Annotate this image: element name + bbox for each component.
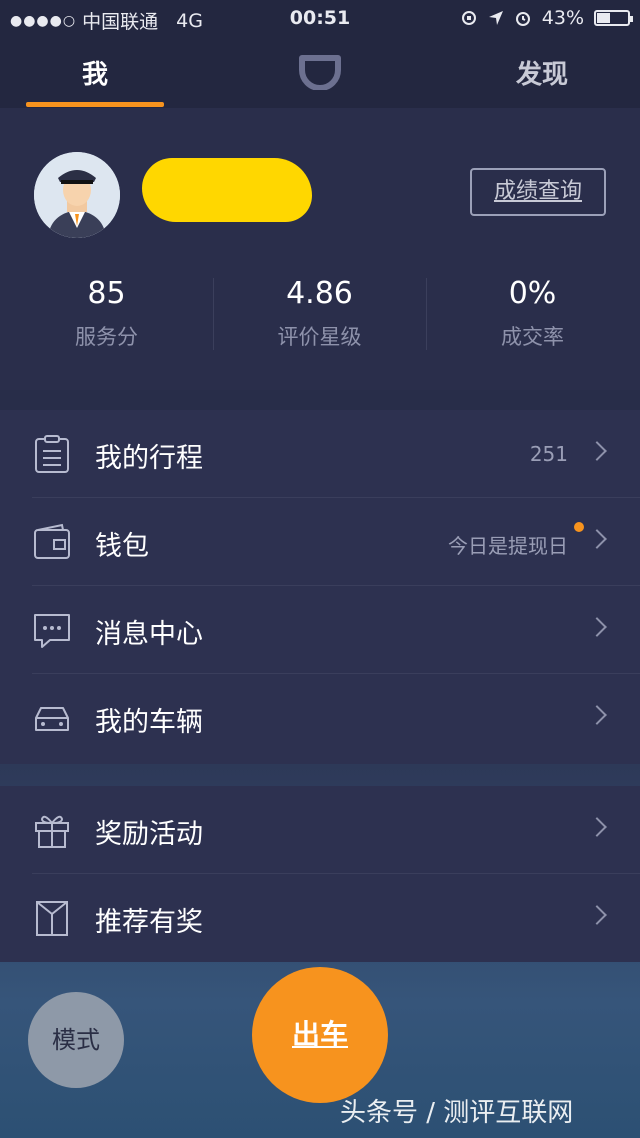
menu-item-my-vehicle[interactable]: 我的车辆 bbox=[0, 674, 640, 762]
menu-item-label: 推荐有奖 bbox=[95, 907, 203, 938]
menu-item-referral[interactable]: 推荐有奖 bbox=[0, 874, 640, 962]
stat-value: 85 bbox=[87, 276, 126, 311]
mode-button[interactable]: 模式 bbox=[28, 992, 124, 1088]
start-driving-button[interactable]: 出车 bbox=[252, 967, 388, 1103]
watermark-text: 头条号 / 测评互联网 bbox=[340, 1098, 574, 1128]
chevron-right-icon bbox=[587, 529, 607, 549]
menu-item-label: 钱包 bbox=[95, 531, 149, 562]
stat-deal-rate: 0% 成交率 bbox=[426, 276, 639, 351]
tab-me[interactable]: 我 bbox=[82, 54, 108, 91]
menu-item-label: 我的行程 bbox=[95, 443, 203, 474]
gift-icon bbox=[35, 815, 69, 848]
stat-label: 服务分 bbox=[75, 325, 138, 349]
clipboard-icon bbox=[35, 435, 69, 473]
menu-item-label: 消息中心 bbox=[95, 619, 203, 650]
orientation-lock-icon bbox=[461, 11, 476, 25]
stat-rating: 4.86 评价星级 bbox=[213, 276, 426, 351]
stat-value: 0% bbox=[508, 276, 557, 311]
menu-item-my-trips[interactable]: 我的行程 251 bbox=[0, 410, 640, 498]
message-icon bbox=[34, 614, 70, 648]
stat-label: 评价星级 bbox=[277, 325, 362, 349]
chevron-right-icon bbox=[587, 817, 607, 837]
chevron-right-icon bbox=[587, 441, 607, 461]
battery-fill bbox=[597, 13, 610, 23]
chevron-right-icon bbox=[587, 617, 607, 637]
status-bar: ●●●●○ 中国联通 4G 00:51 43% bbox=[0, 0, 640, 36]
active-tab-indicator bbox=[26, 102, 164, 107]
alarm-icon bbox=[515, 12, 530, 26]
stat-service-score: 85 服务分 bbox=[0, 276, 213, 351]
profile-card: 成绩查询 85 服务分 4.86 评价星级 0% 成交率 bbox=[0, 108, 640, 390]
menu-item-wallet[interactable]: 钱包 今日是提现日 bbox=[0, 498, 640, 586]
menu-item-value: 251 bbox=[529, 442, 568, 466]
chevron-right-icon bbox=[587, 905, 607, 925]
battery-percent: 43% bbox=[541, 7, 584, 29]
avatar[interactable] bbox=[34, 152, 120, 238]
score-query-button[interactable]: 成绩查询 bbox=[470, 168, 606, 216]
app-logo-icon[interactable] bbox=[298, 54, 342, 90]
menu-group-primary: 我的行程 251 钱包 今日是提现日 消息中心 我的车辆 bbox=[0, 410, 640, 764]
box-icon bbox=[36, 901, 68, 936]
wallet-icon bbox=[34, 523, 70, 559]
chevron-right-icon bbox=[587, 705, 607, 725]
menu-item-value: 今日是提现日 bbox=[448, 534, 568, 558]
stat-label: 成交率 bbox=[501, 325, 564, 349]
battery-icon bbox=[594, 10, 633, 26]
driver-avatar-icon bbox=[34, 152, 120, 238]
name-redaction bbox=[142, 158, 312, 222]
menu-item-rewards[interactable]: 奖励活动 bbox=[0, 786, 640, 874]
tab-discover[interactable]: 发现 bbox=[516, 54, 568, 91]
menu-item-label: 我的车辆 bbox=[95, 707, 203, 738]
top-tab-bar: 我 发现 bbox=[0, 36, 640, 109]
menu-item-label: 奖励活动 bbox=[95, 819, 203, 850]
location-arrow-icon bbox=[488, 11, 503, 25]
car-icon bbox=[35, 707, 69, 731]
notification-dot bbox=[574, 522, 584, 532]
stat-value: 4.86 bbox=[286, 276, 353, 311]
menu-item-messages[interactable]: 消息中心 bbox=[0, 586, 640, 674]
status-right: 43% bbox=[460, 7, 633, 29]
menu-group-secondary: 奖励活动 推荐有奖 bbox=[0, 786, 640, 962]
